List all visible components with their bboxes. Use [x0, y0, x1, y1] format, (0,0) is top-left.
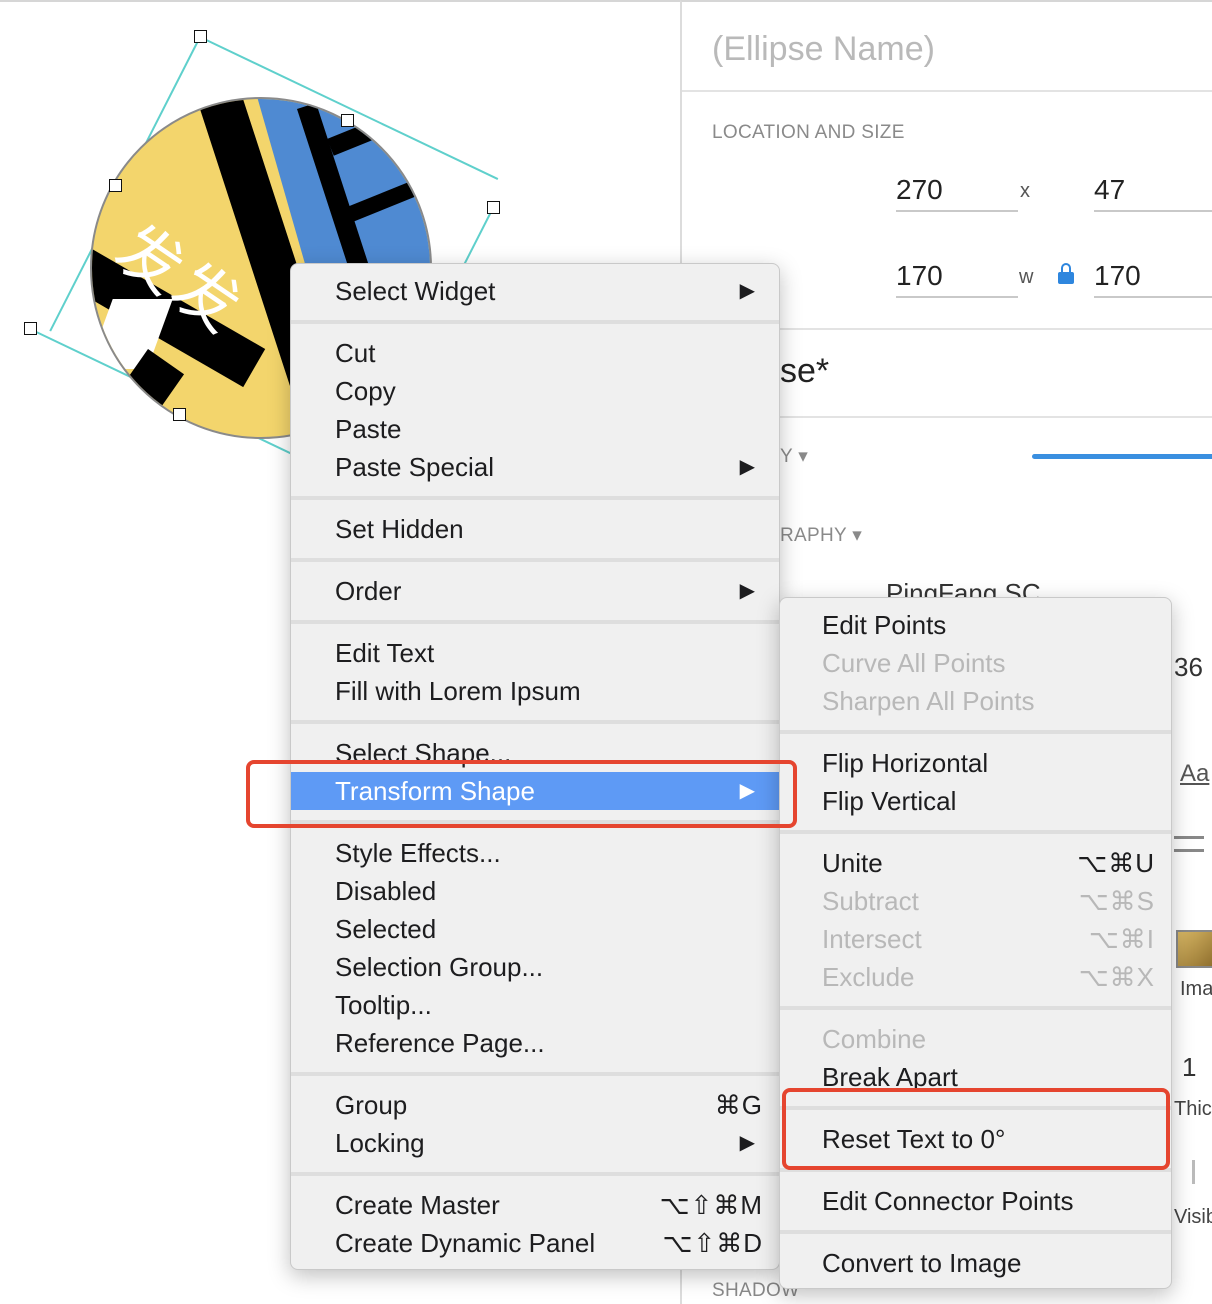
- width-label: w: [1019, 266, 1034, 288]
- menu-item-reference-page[interactable]: Reference Page...: [291, 1024, 779, 1062]
- menu-item-tooltip[interactable]: Tooltip...: [291, 986, 779, 1024]
- submenu-arrow-icon: ▶: [739, 1132, 755, 1154]
- shortcut: ⌥⇧⌘M: [659, 1190, 763, 1220]
- menu-item-edit-text[interactable]: Edit Text: [291, 634, 779, 672]
- align-icon[interactable]: [1174, 836, 1204, 852]
- opacity-slider[interactable]: [1032, 454, 1212, 459]
- menu-item-selected[interactable]: Selected: [291, 910, 779, 948]
- shortcut: ⌥⌘X: [1078, 962, 1155, 992]
- section-label-typography[interactable]: RAPHY ▾: [780, 524, 862, 547]
- menu-separator: [780, 830, 1171, 834]
- submenu-item-exclude[interactable]: Exclude ⌥⌘X: [780, 958, 1171, 996]
- visibility-label: Visib: [1174, 1206, 1212, 1228]
- menu-item-selection-group[interactable]: Selection Group...: [291, 948, 779, 986]
- shortcut: ⌥⇧⌘D: [662, 1228, 763, 1258]
- submenu-item-subtract[interactable]: Subtract ⌥⌘S: [780, 882, 1171, 920]
- menu-separator: [291, 620, 779, 624]
- resize-handle[interactable]: [173, 408, 186, 421]
- annotation-highlight-transform-shape: [246, 760, 797, 828]
- width-field[interactable]: 170: [896, 260, 1018, 298]
- border-thickness-field[interactable]: 1: [1182, 1052, 1196, 1083]
- font-size-field[interactable]: 36: [1174, 652, 1203, 683]
- image-fill-thumbnail[interactable]: [1176, 930, 1212, 968]
- transform-shape-submenu: Edit Points Curve All Points Sharpen All…: [779, 597, 1172, 1289]
- shortcut: ⌥⌘U: [1077, 848, 1155, 878]
- thickness-label: Thick: [1174, 1098, 1212, 1120]
- menu-separator: [780, 1006, 1171, 1010]
- submenu-arrow-icon: ▶: [739, 580, 755, 602]
- menu-separator: [291, 720, 779, 724]
- resize-handle[interactable]: [487, 201, 500, 214]
- submenu-item-edit-points[interactable]: Edit Points: [780, 606, 1171, 644]
- submenu-arrow-icon: ▶: [739, 456, 755, 478]
- submenu-item-sharpen-all-points[interactable]: Sharpen All Points: [780, 682, 1171, 720]
- menu-separator: [780, 730, 1171, 734]
- menu-separator: [291, 1072, 779, 1076]
- menu-item-group[interactable]: Group ⌘G: [291, 1086, 779, 1124]
- menu-item-copy[interactable]: Copy: [291, 372, 779, 410]
- x-field[interactable]: 270: [896, 174, 1018, 212]
- menu-item-set-hidden[interactable]: Set Hidden: [291, 510, 779, 548]
- submenu-item-intersect[interactable]: Intersect ⌥⌘I: [780, 920, 1171, 958]
- y-field[interactable]: 47: [1094, 174, 1212, 212]
- menu-item-locking[interactable]: Locking ▶: [291, 1124, 779, 1162]
- menu-item-disabled[interactable]: Disabled: [291, 872, 779, 910]
- section-label-opacity[interactable]: Y ▾: [780, 445, 808, 468]
- text-style-icon[interactable]: Aa: [1180, 760, 1209, 788]
- shortcut: ⌥⌘I: [1088, 924, 1155, 954]
- shortcut: ⌥⌘S: [1078, 886, 1155, 916]
- x-label: x: [1020, 180, 1030, 202]
- submenu-arrow-icon: ▶: [739, 280, 755, 302]
- submenu-item-combine[interactable]: Combine: [780, 1020, 1171, 1058]
- annotation-highlight-reset-text: [782, 1088, 1170, 1170]
- menu-item-paste-special[interactable]: Paste Special ▶: [291, 448, 779, 486]
- lock-icon[interactable]: [1058, 263, 1074, 284]
- visibility-icon[interactable]: [1192, 1160, 1195, 1184]
- menu-item-paste[interactable]: Paste: [291, 410, 779, 448]
- menu-separator: [780, 1230, 1171, 1234]
- menu-separator: [291, 1172, 779, 1176]
- submenu-item-curve-all-points[interactable]: Curve All Points: [780, 644, 1171, 682]
- menu-separator: [291, 558, 779, 562]
- style-name[interactable]: se*: [780, 352, 829, 391]
- menu-item-create-dynamic-panel[interactable]: Create Dynamic Panel ⌥⇧⌘D: [291, 1224, 779, 1262]
- submenu-item-flip-vertical[interactable]: Flip Vertical: [780, 782, 1171, 820]
- widget-name-field[interactable]: (Ellipse Name): [712, 30, 935, 69]
- menu-separator: [291, 496, 779, 500]
- resize-handle[interactable]: [24, 322, 37, 335]
- menu-item-style-effects[interactable]: Style Effects...: [291, 834, 779, 872]
- divider: [682, 90, 1212, 92]
- menu-item-select-widget[interactable]: Select Widget ▶: [291, 272, 779, 310]
- menu-item-order[interactable]: Order ▶: [291, 572, 779, 610]
- resize-handle[interactable]: [194, 30, 207, 43]
- image-label: Ima: [1180, 978, 1212, 1000]
- section-label-location-size: LOCATION AND SIZE: [712, 122, 905, 143]
- menu-separator: [291, 320, 779, 324]
- height-field[interactable]: 170: [1094, 260, 1212, 298]
- menu-item-cut[interactable]: Cut: [291, 334, 779, 372]
- resize-handle[interactable]: [341, 114, 354, 127]
- submenu-item-convert-to-image[interactable]: Convert to Image: [780, 1244, 1171, 1282]
- submenu-item-unite[interactable]: Unite ⌥⌘U: [780, 844, 1171, 882]
- menu-item-fill-lorem-ipsum[interactable]: Fill with Lorem Ipsum: [291, 672, 779, 710]
- shortcut: ⌘G: [714, 1090, 763, 1120]
- resize-handle[interactable]: [109, 179, 122, 192]
- submenu-item-edit-connector-points[interactable]: Edit Connector Points: [780, 1182, 1171, 1220]
- menu-item-create-master[interactable]: Create Master ⌥⇧⌘M: [291, 1186, 779, 1224]
- submenu-item-flip-horizontal[interactable]: Flip Horizontal: [780, 744, 1171, 782]
